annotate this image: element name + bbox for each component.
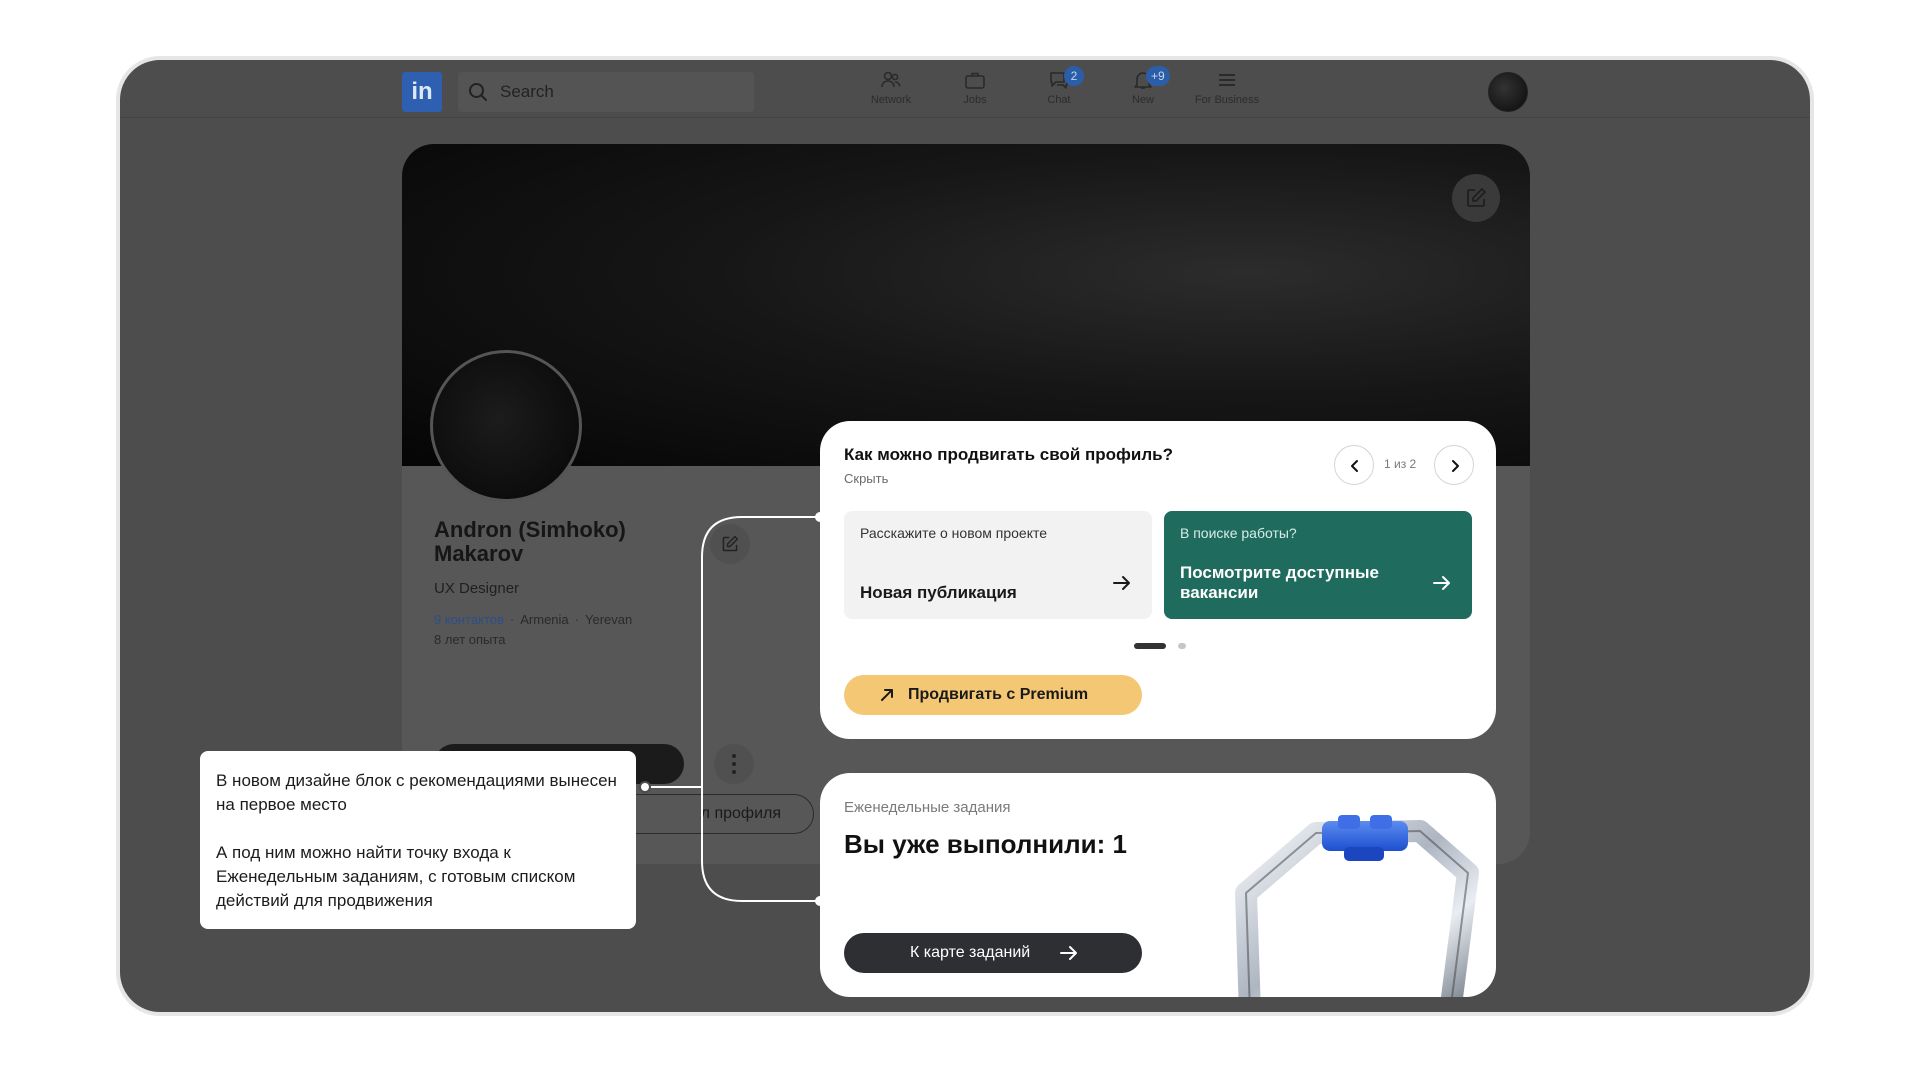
premium-button-label: Продвигать с Premium [908, 686, 1089, 703]
weekly-label: Еженедельные задания [844, 799, 1011, 816]
arrow-right-icon [1113, 576, 1130, 590]
carousel-dot[interactable] [1178, 643, 1186, 649]
premium-button[interactable]: Продвигать с Premium [844, 675, 1142, 715]
arrow-right-icon [1060, 946, 1077, 960]
chevron-left-icon [1351, 460, 1358, 472]
chevron-right-icon [1452, 460, 1459, 472]
weekly-title: Вы уже выполнили: 1 [844, 829, 1127, 859]
new-post-label: Новая публикация [860, 583, 1017, 602]
job-search-card[interactable]: В поиске работы? Посмотрите доступные ва… [1164, 511, 1472, 619]
carabiner-illustration [1235, 815, 1479, 997]
pager-indicator: 1 из 2 [1384, 457, 1417, 471]
carousel-dot-active[interactable] [1134, 643, 1166, 649]
new-post-card[interactable]: Расскажите о новом проекте Новая публика… [844, 511, 1152, 619]
tasks-map-button[interactable]: К карте заданий [844, 933, 1142, 973]
promote-profile-card: Как можно продвигать свой профиль? Скрыт… [820, 421, 1496, 739]
tasks-map-button-label: К карте заданий [910, 944, 1031, 961]
new-post-caption: Расскажите о новом проекте [860, 525, 1048, 541]
next-button[interactable] [1434, 445, 1474, 485]
note-paragraph: В новом дизайне блок с рекомендациями вы… [216, 771, 617, 814]
prev-button[interactable] [1334, 445, 1374, 485]
promo-title: Как можно продвигать свой профиль? [844, 445, 1173, 464]
job-search-caption: В поиске работы? [1180, 525, 1297, 541]
annotation-note: В новом дизайне блок с рекомендациями вы… [200, 751, 636, 929]
hide-link[interactable]: Скрыть [844, 471, 888, 486]
job-search-label: Посмотрите доступные вакансии [1180, 563, 1379, 602]
note-paragraph: А под ним можно найти точку входа к Ежен… [216, 843, 576, 910]
arrow-up-right-icon [881, 689, 893, 701]
weekly-tasks-card: Еженедельные задания Вы уже выполнили: 1… [820, 773, 1496, 997]
arrow-right-icon [1433, 576, 1450, 590]
